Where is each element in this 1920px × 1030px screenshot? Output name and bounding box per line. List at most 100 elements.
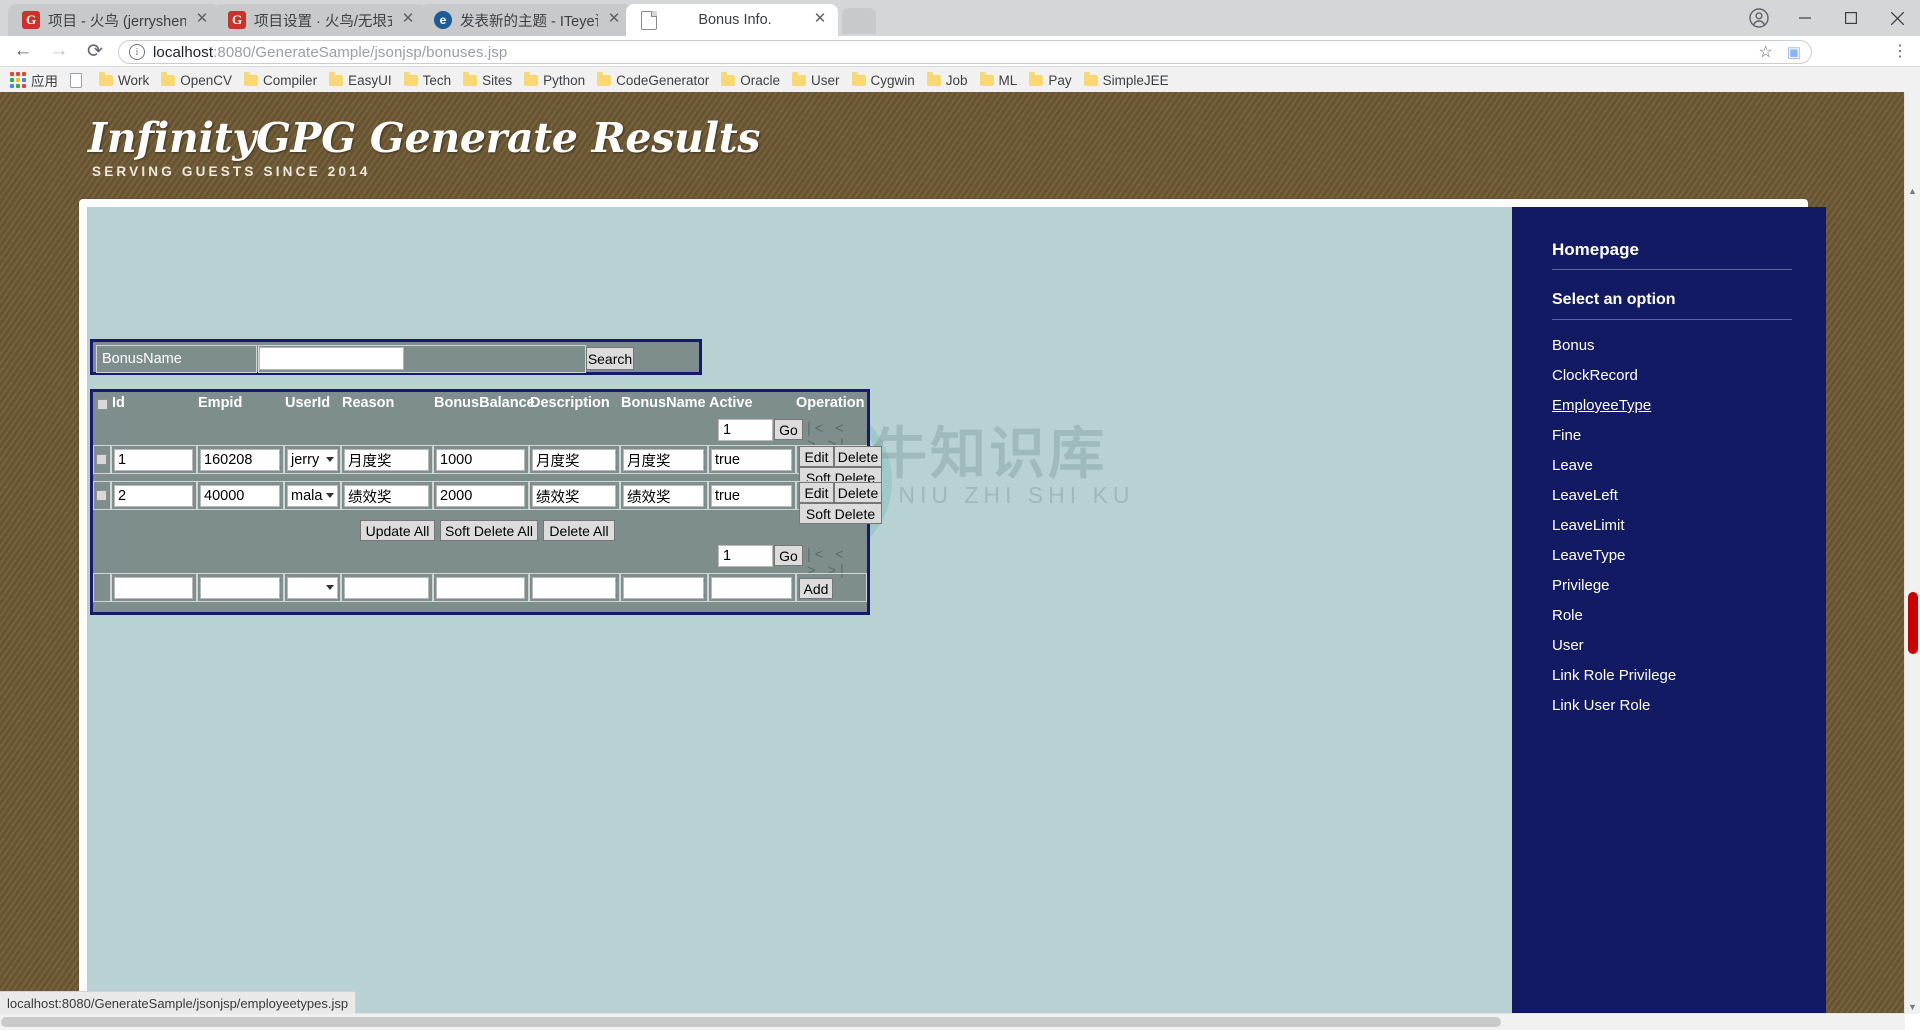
- input-empid[interactable]: 160208: [200, 449, 280, 471]
- input-bonusbalance[interactable]: 2000: [436, 485, 525, 507]
- input-bonusname[interactable]: 绩效奖: [623, 485, 704, 507]
- input-bonusbalance[interactable]: 1000: [436, 449, 525, 471]
- close-icon[interactable]: ✕: [812, 11, 828, 28]
- bookmark-item[interactable]: Tech: [398, 69, 458, 91]
- sidebar-item-link-role-privilege[interactable]: Link Role Privilege: [1552, 667, 1676, 684]
- sidebar-item-user[interactable]: User: [1552, 637, 1584, 654]
- new-input-empid[interactable]: [200, 577, 280, 599]
- back-button[interactable]: ←: [6, 36, 40, 66]
- bookmark-item[interactable]: Pay: [1023, 69, 1077, 91]
- select-userid[interactable]: mala: [287, 485, 338, 507]
- delete-button[interactable]: Delete: [834, 482, 882, 503]
- new-input-id[interactable]: [114, 577, 193, 599]
- new-input-active[interactable]: [711, 577, 792, 599]
- close-icon[interactable]: ✕: [400, 11, 416, 28]
- pager-top-go-button[interactable]: Go: [774, 419, 803, 440]
- sidebar-item-link-user-role[interactable]: Link User Role: [1552, 697, 1650, 714]
- input-active[interactable]: true: [711, 449, 792, 471]
- close-button[interactable]: [1874, 0, 1920, 36]
- input-id[interactable]: 1: [114, 449, 193, 471]
- browser-tab-4-active[interactable]: Bonus Info. ✕: [626, 4, 838, 36]
- sidebar-item-bonus[interactable]: Bonus: [1552, 337, 1595, 354]
- pager-bottom-go-button[interactable]: Go: [774, 545, 803, 566]
- soft-delete-all-button[interactable]: Soft Delete All: [440, 520, 538, 541]
- edit-button[interactable]: Edit: [799, 446, 834, 467]
- sidebar-item-homepage[interactable]: Homepage: [1552, 240, 1639, 260]
- update-all-button[interactable]: Update All: [360, 520, 435, 541]
- input-bonusname[interactable]: 月度奖: [623, 449, 704, 471]
- bookmark-item[interactable]: OpenCV: [155, 69, 238, 91]
- pager-bottom-input[interactable]: 1: [718, 545, 773, 567]
- sidebar-item-leavetype[interactable]: LeaveType: [1552, 547, 1625, 564]
- sidebar-item-leave[interactable]: Leave: [1552, 457, 1593, 474]
- bookmark-item[interactable]: User: [786, 69, 846, 91]
- edit-button[interactable]: Edit: [799, 482, 834, 503]
- search-button[interactable]: Search: [586, 347, 634, 370]
- reload-button[interactable]: ⟳: [78, 36, 112, 66]
- bookmark-item[interactable]: CodeGenerator: [591, 69, 715, 91]
- horizontal-scrollbar[interactable]: [0, 1013, 1905, 1030]
- sidebar-item-fine[interactable]: Fine: [1552, 427, 1581, 444]
- new-input-reason[interactable]: [344, 577, 429, 599]
- sidebar-item-employeetype[interactable]: EmployeeType: [1552, 397, 1651, 414]
- bookmark-star-icon[interactable]: ☆: [1758, 42, 1772, 62]
- select-userid[interactable]: jerry: [287, 449, 338, 471]
- sidebar-item-privilege[interactable]: Privilege: [1552, 577, 1610, 594]
- close-icon[interactable]: ✕: [194, 11, 210, 28]
- address-bar[interactable]: i localhost:8080/GenerateSample/jsonjsp/…: [118, 40, 1812, 64]
- bookmark-item[interactable]: Job: [921, 69, 974, 91]
- horizontal-scroll-thumb[interactable]: [1, 1017, 1501, 1027]
- bookmark-item[interactable]: EasyUI: [323, 69, 398, 91]
- new-select-userid[interactable]: [287, 577, 338, 599]
- sidebar-item-clockrecord[interactable]: ClockRecord: [1552, 367, 1638, 384]
- delete-button[interactable]: Delete: [834, 446, 882, 467]
- bookmark-item[interactable]: Work: [93, 69, 155, 91]
- search-input[interactable]: [259, 347, 404, 370]
- input-id[interactable]: 2: [114, 485, 193, 507]
- profile-icon[interactable]: [1736, 0, 1782, 36]
- select-all-checkbox[interactable]: [97, 399, 108, 410]
- maximize-button[interactable]: [1828, 0, 1874, 36]
- browser-tab-2[interactable]: G 项目设置 · 火鸟/无垠式代 ✕: [214, 4, 427, 36]
- new-tab-button[interactable]: [842, 8, 876, 34]
- row-checkbox[interactable]: [96, 454, 107, 465]
- close-icon[interactable]: ✕: [606, 11, 622, 28]
- input-reason[interactable]: 月度奖: [344, 449, 429, 471]
- row-checkbox[interactable]: [96, 490, 107, 501]
- sidebar-item-role[interactable]: Role: [1552, 607, 1583, 624]
- bookmark-page-item[interactable]: [64, 69, 93, 91]
- browser-tab-1[interactable]: G 项目 - 火鸟 (jerryshensj ✕: [8, 4, 221, 36]
- bookmark-item[interactable]: SimpleJEE: [1078, 69, 1175, 91]
- scroll-down-icon[interactable]: ▼: [1906, 1002, 1919, 1012]
- vertical-scrollbar[interactable]: ▲ ▼: [1904, 92, 1920, 1014]
- bookmark-item[interactable]: Oracle: [715, 69, 786, 91]
- chrome-menu-icon[interactable]: ⋮: [1886, 36, 1914, 66]
- sidebar-item-leaveleft[interactable]: LeaveLeft: [1552, 487, 1618, 504]
- bookmark-item[interactable]: Sites: [457, 69, 518, 91]
- extension-icon[interactable]: ▣: [1787, 43, 1801, 61]
- input-description[interactable]: 月度奖: [532, 449, 616, 471]
- minimize-button[interactable]: [1782, 0, 1828, 36]
- new-input-description[interactable]: [532, 577, 616, 599]
- apps-shortcut[interactable]: 应用: [8, 69, 64, 91]
- new-input-bonusbalance[interactable]: [436, 577, 525, 599]
- new-input-bonusname[interactable]: [623, 577, 704, 599]
- bookmark-item[interactable]: ML: [974, 69, 1024, 91]
- scroll-up-icon[interactable]: ▲: [1906, 186, 1919, 196]
- tab-title: 项目设置 · 火鸟/无垠式代: [254, 13, 392, 30]
- forward-button[interactable]: →: [42, 36, 76, 66]
- add-button[interactable]: Add: [799, 578, 833, 599]
- sidebar-item-leavelimit[interactable]: LeaveLimit: [1552, 517, 1625, 534]
- input-empid[interactable]: 40000: [200, 485, 280, 507]
- bookmark-item[interactable]: Compiler: [238, 69, 323, 91]
- pager-top-input[interactable]: 1: [718, 419, 773, 441]
- input-reason[interactable]: 绩效奖: [344, 485, 429, 507]
- input-description[interactable]: 绩效奖: [532, 485, 616, 507]
- input-active[interactable]: true: [711, 485, 792, 507]
- delete-all-button[interactable]: Delete All: [543, 520, 615, 541]
- browser-tab-3[interactable]: e 发表新的主题 - ITeye论坛 ✕: [420, 4, 633, 36]
- bookmark-item[interactable]: Python: [518, 69, 591, 91]
- site-info-icon[interactable]: i: [129, 44, 145, 60]
- vertical-scroll-thumb[interactable]: [1908, 592, 1918, 654]
- bookmark-item[interactable]: Cygwin: [846, 69, 921, 91]
